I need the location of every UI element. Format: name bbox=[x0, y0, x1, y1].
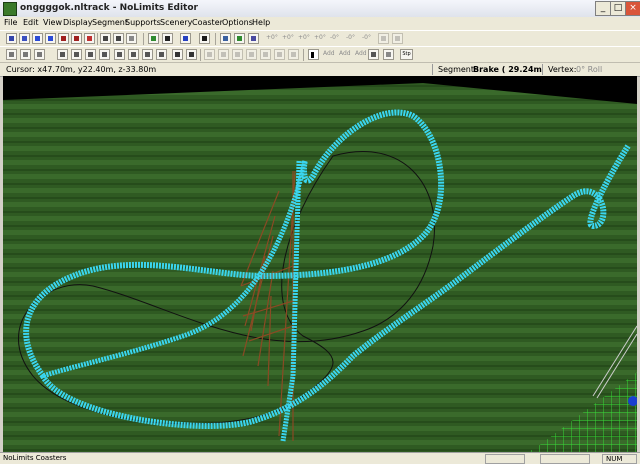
track-tool-icon[interactable] bbox=[19, 33, 30, 44]
move-y-icon[interactable] bbox=[392, 33, 403, 44]
eraser-tool-icon[interactable] bbox=[186, 49, 197, 60]
scene-canvas bbox=[3, 76, 637, 452]
curve-tool-icon[interactable] bbox=[45, 33, 56, 44]
status-bar: NoLimits Coasters NUM bbox=[0, 452, 640, 464]
menu-coaster[interactable]: Coaster bbox=[192, 18, 223, 27]
segment-label: Segment: bbox=[438, 65, 477, 74]
column-tool-icon[interactable] bbox=[99, 49, 110, 60]
align-tool-icon[interactable] bbox=[204, 49, 215, 60]
info-divider bbox=[542, 64, 543, 75]
vertex-value: 0° Roll bbox=[576, 65, 603, 74]
cylinder-tool-icon[interactable] bbox=[114, 49, 125, 60]
stop-icon[interactable] bbox=[199, 33, 210, 44]
cylinder3-tool-icon[interactable] bbox=[142, 49, 153, 60]
support-tool-icon[interactable] bbox=[20, 49, 31, 60]
app-icon bbox=[3, 2, 17, 16]
menu-edit[interactable]: Edit bbox=[23, 18, 39, 27]
menu-bar: File Edit View Display Segment Supports … bbox=[0, 17, 640, 30]
rotate-tool-2[interactable]: +0° bbox=[282, 34, 294, 41]
segment-value: Brake ( 29.24m bbox=[473, 65, 542, 74]
add-node-icon[interactable] bbox=[100, 33, 111, 44]
pointer-icon[interactable] bbox=[308, 49, 319, 60]
info-bar: Cursor: x47.70m, y22.40m, z-33.80m Segme… bbox=[0, 62, 640, 77]
align7-tool-icon[interactable] bbox=[288, 49, 299, 60]
car-tool-icon[interactable] bbox=[71, 33, 82, 44]
add-tool-1[interactable]: Add bbox=[323, 50, 335, 57]
footer-tool-icon[interactable] bbox=[34, 49, 45, 60]
rotate-tool-7[interactable]: -0° bbox=[362, 34, 371, 41]
track-viewport[interactable] bbox=[3, 76, 637, 452]
menu-display[interactable]: Display bbox=[63, 18, 93, 27]
menu-file[interactable]: File bbox=[4, 18, 17, 27]
cylinder4-tool-icon[interactable] bbox=[156, 49, 167, 60]
view-front-icon[interactable] bbox=[220, 33, 231, 44]
node-tool-icon[interactable] bbox=[126, 33, 137, 44]
rail-tool-icon[interactable] bbox=[6, 49, 17, 60]
toolbar-divider bbox=[215, 33, 216, 45]
align2-tool-icon[interactable] bbox=[218, 49, 229, 60]
pillar-tool-icon[interactable] bbox=[85, 49, 96, 60]
maximize-button[interactable]: □ bbox=[610, 1, 626, 16]
cylinder2-tool-icon[interactable] bbox=[128, 49, 139, 60]
star-tool-icon[interactable] bbox=[368, 49, 379, 60]
toolbar-divider bbox=[143, 33, 144, 45]
window-title: onggggok.nltrack - NoLimits Editor bbox=[20, 3, 198, 13]
connector-tool-icon[interactable] bbox=[71, 49, 82, 60]
toolbar-divider bbox=[303, 49, 304, 61]
cursor-readout: Cursor: x47.70m, y22.40m, z-33.80m bbox=[6, 65, 157, 74]
pencil-tool-icon[interactable] bbox=[172, 49, 183, 60]
title-bar: onggggok.nltrack - NoLimits Editor _ □ × bbox=[0, 0, 640, 18]
align6-tool-icon[interactable] bbox=[274, 49, 285, 60]
align4-tool-icon[interactable] bbox=[246, 49, 257, 60]
grid-tool-icon[interactable] bbox=[6, 33, 17, 44]
align5-tool-icon[interactable] bbox=[260, 49, 271, 60]
view-top-icon[interactable] bbox=[234, 33, 245, 44]
rotate-tool-1[interactable]: +0° bbox=[266, 34, 278, 41]
train-tool-icon[interactable] bbox=[58, 33, 69, 44]
transfer-icon[interactable] bbox=[180, 33, 191, 44]
rotate-tool-5[interactable]: -0° bbox=[330, 34, 339, 41]
stop-button[interactable]: Stp bbox=[400, 49, 413, 60]
info-divider bbox=[432, 64, 433, 75]
move-x-icon[interactable] bbox=[378, 33, 389, 44]
segment-tool-icon[interactable] bbox=[84, 33, 95, 44]
menu-view[interactable]: View bbox=[43, 18, 62, 27]
menu-segment[interactable]: Segment bbox=[92, 18, 128, 27]
close-button[interactable]: × bbox=[625, 1, 640, 16]
vertex-tool-icon[interactable] bbox=[32, 33, 43, 44]
menu-scenery[interactable]: Scenery bbox=[160, 18, 192, 27]
add-tool-3[interactable]: Add bbox=[355, 50, 367, 57]
rotate-tool-3[interactable]: +0° bbox=[298, 34, 310, 41]
menu-options[interactable]: Options bbox=[222, 18, 253, 27]
support-person-icon[interactable] bbox=[383, 49, 394, 60]
menu-supports[interactable]: Supports bbox=[125, 18, 161, 27]
vertex-label: Vertex: bbox=[548, 65, 577, 74]
remove-node-icon[interactable] bbox=[113, 33, 124, 44]
toolbar-divider bbox=[97, 33, 98, 45]
brake-icon[interactable] bbox=[162, 33, 173, 44]
rotate-tool-4[interactable]: +0° bbox=[314, 34, 326, 41]
align3-tool-icon[interactable] bbox=[232, 49, 243, 60]
toolbar-divider bbox=[200, 49, 201, 61]
add-tool-2[interactable]: Add bbox=[339, 50, 351, 57]
station-icon[interactable] bbox=[148, 33, 159, 44]
beam-tool-icon[interactable] bbox=[57, 49, 68, 60]
menu-help[interactable]: Help bbox=[252, 18, 270, 27]
status-text: NoLimits Coasters bbox=[3, 454, 67, 462]
rotate-tool-6[interactable]: -0° bbox=[346, 34, 355, 41]
minimize-button[interactable]: _ bbox=[595, 1, 611, 16]
ground-plane bbox=[3, 83, 637, 452]
view-side-icon[interactable] bbox=[248, 33, 259, 44]
